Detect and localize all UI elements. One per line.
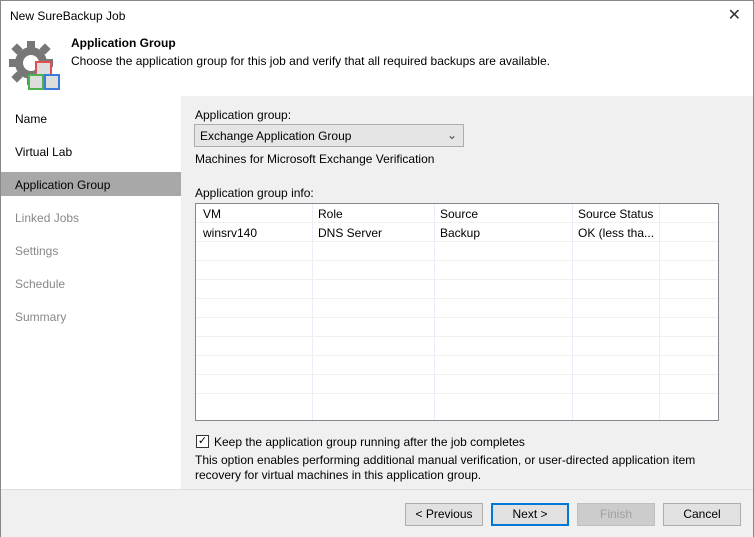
column-source-status[interactable]: Source Status bbox=[578, 207, 653, 221]
wizard-steps: Name Virtual Lab Application Group Linke… bbox=[1, 96, 181, 489]
main-panel: Application group: Exchange Application … bbox=[182, 96, 753, 489]
cell-vm: winsrv140 bbox=[203, 226, 258, 240]
step-schedule: Schedule bbox=[15, 277, 66, 291]
cell-role: DNS Server bbox=[318, 226, 383, 240]
application-group-description: Machines for Microsoft Exchange Verifica… bbox=[195, 152, 435, 166]
wizard-window: New SureBackup Job ✕ Application Group C… bbox=[0, 0, 754, 537]
application-group-value: Exchange Application Group bbox=[200, 129, 352, 143]
step-virtual-lab[interactable]: Virtual Lab bbox=[1, 139, 181, 163]
step-summary: Summary bbox=[15, 310, 67, 324]
cell-source: Backup bbox=[440, 226, 481, 240]
keep-running-note: This option enables performing additiona… bbox=[195, 453, 696, 482]
step-application-group[interactable]: Application Group bbox=[1, 172, 181, 196]
page-description: Choose the application group for this jo… bbox=[71, 54, 550, 68]
finish-button: Finish bbox=[577, 503, 655, 526]
table-header: VM Role Source Source Status bbox=[196, 204, 718, 223]
window-title: New SureBackup Job bbox=[10, 9, 126, 23]
surebackup-gear-icon bbox=[9, 41, 60, 90]
title-bar: New SureBackup Job ✕ bbox=[1, 1, 753, 31]
application-group-select[interactable]: Exchange Application Group ⌄ bbox=[194, 124, 464, 147]
application-group-info-label: Application group info: bbox=[195, 186, 314, 200]
column-vm[interactable]: VM bbox=[203, 207, 221, 221]
cancel-button[interactable]: Cancel bbox=[663, 503, 741, 526]
chevron-down-icon: ⌄ bbox=[446, 128, 457, 142]
application-group-label: Application group: bbox=[195, 108, 292, 122]
keep-running-label[interactable]: Keep the application group running after… bbox=[214, 435, 525, 449]
wizard-footer: < Previous Next > Finish Cancel bbox=[1, 489, 753, 537]
step-linked-jobs: Linked Jobs bbox=[15, 211, 80, 225]
keep-running-checkbox[interactable]: ✓ bbox=[196, 435, 209, 448]
close-icon[interactable]: ✕ bbox=[728, 5, 741, 25]
cell-source-status: OK (less tha... bbox=[578, 226, 655, 240]
wizard-header: Application Group Choose the application… bbox=[1, 31, 753, 96]
step-name[interactable]: Name bbox=[1, 106, 181, 130]
previous-button[interactable]: < Previous bbox=[405, 503, 483, 526]
step-settings: Settings bbox=[15, 244, 59, 258]
table-row[interactable]: winsrv140 DNS Server Backup OK (less tha… bbox=[196, 223, 718, 242]
application-group-info-table[interactable]: VM Role Source Source Status winsrv140 D… bbox=[195, 203, 719, 421]
column-role[interactable]: Role bbox=[318, 207, 343, 221]
page-title: Application Group bbox=[71, 36, 176, 50]
column-source[interactable]: Source bbox=[440, 207, 478, 221]
next-button[interactable]: Next > bbox=[491, 503, 569, 526]
